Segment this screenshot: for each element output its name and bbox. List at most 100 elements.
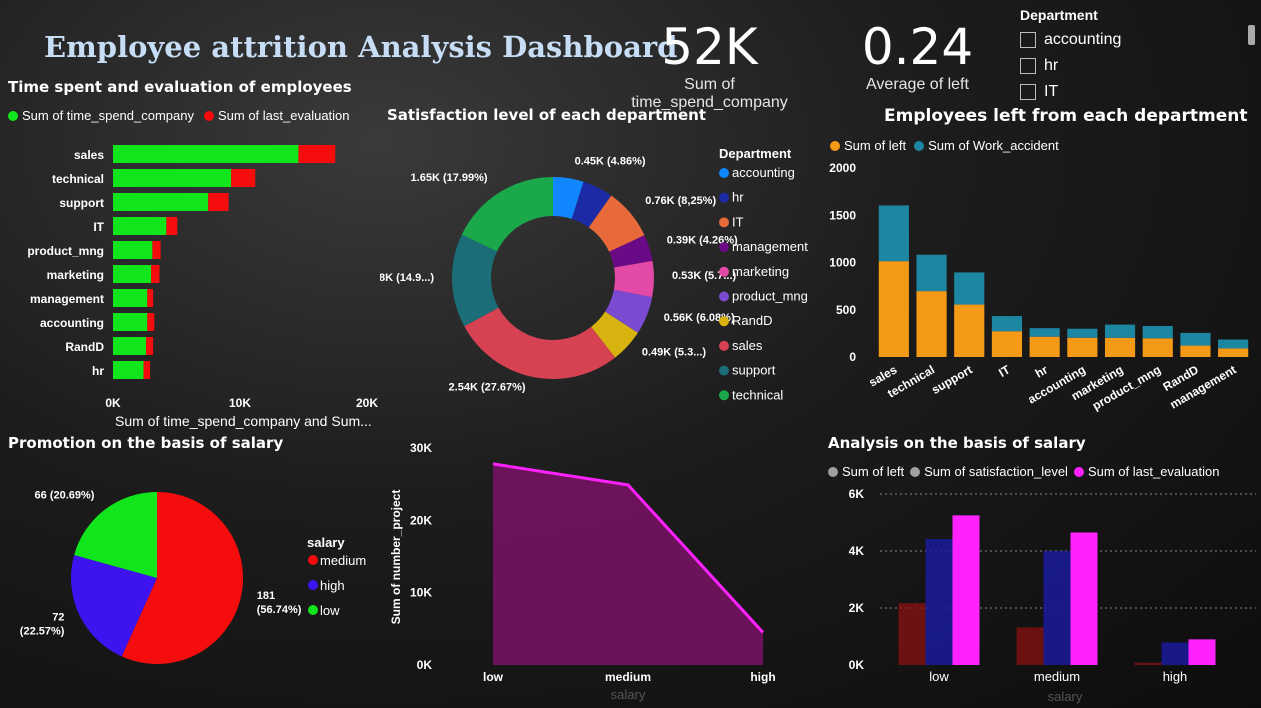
donut-slice-sales[interactable] — [464, 307, 616, 379]
checkbox-icon[interactable] — [1020, 84, 1036, 100]
bar-work-accident[interactable] — [1104, 324, 1136, 338]
legend-item[interactable]: Sum of time_spend_company — [8, 108, 194, 123]
bar-time-spend[interactable] — [113, 145, 299, 163]
y-tick-label: RandD — [65, 340, 104, 354]
legend-dot-icon[interactable] — [719, 340, 729, 351]
legend-label: RandD — [732, 313, 772, 328]
bar-left[interactable] — [1104, 337, 1136, 357]
bar-last-eval[interactable] — [147, 289, 154, 307]
legend-label: high — [320, 578, 345, 593]
bar-sum-of-left[interactable] — [1134, 662, 1162, 665]
chart-time-eval[interactable]: sales technical support IT product_mngmarket… — [0, 135, 390, 435]
bar-left[interactable] — [1180, 345, 1211, 357]
bar-last-eval[interactable] — [166, 217, 178, 235]
legend-dot-icon[interactable] — [308, 580, 318, 590]
bar-left[interactable] — [991, 331, 1023, 357]
bar-sum-of-last_evaluation[interactable] — [952, 515, 980, 665]
bar-last-eval[interactable] — [146, 337, 154, 355]
bar-work-accident[interactable] — [916, 254, 947, 292]
department-slicer[interactable]: Department accounting hr IT — [1020, 7, 1240, 102]
kpi-card-average-left[interactable]: 0.24 Average of left — [860, 18, 975, 94]
bar-left[interactable] — [1067, 337, 1098, 357]
bar-last-eval[interactable] — [298, 145, 336, 163]
bar-left[interactable] — [954, 304, 985, 357]
data-label: 0.76K (8,25%) — [645, 195, 716, 207]
bar-work-accident[interactable] — [878, 205, 909, 262]
bar-left[interactable] — [1029, 336, 1060, 357]
legend-dot-icon[interactable] — [719, 291, 729, 302]
donut-slice-technical[interactable] — [461, 177, 553, 252]
chart-title-time-eval: Time spent and evaluation of employees — [8, 78, 352, 96]
bar-left[interactable] — [1142, 338, 1173, 357]
chart-title-salary-analysis: Analysis on the basis of salary — [828, 434, 1086, 452]
bar-time-spend[interactable] — [113, 169, 232, 187]
chart-satisfaction[interactable]: 0.45K (4.86%) accounting hr 0.76K (8,25%) IT… — [380, 130, 820, 420]
bar-time-spend[interactable] — [113, 241, 153, 259]
y-tick-label: 6K — [849, 487, 865, 501]
legend-item[interactable]: Sum of left — [828, 464, 904, 479]
checkbox-icon[interactable] — [1020, 58, 1036, 74]
legend-item[interactable]: Sum of Work_accident — [914, 138, 1059, 153]
bar-work-accident[interactable] — [954, 272, 985, 305]
bar-sum-of-satisfaction_level[interactable] — [1161, 642, 1189, 665]
legend-dot-icon[interactable] — [308, 605, 318, 615]
legend-label: medium — [320, 553, 366, 568]
slicer-item-hr[interactable]: hr — [1020, 57, 1240, 75]
chart-promotion[interactable]: 181 (56.74%) medium 72 (22.57%) high 66 (20.69… — [0, 470, 380, 708]
bar-time-spend[interactable] — [113, 193, 209, 211]
legend-item[interactable]: Sum of last_evaluation — [1073, 464, 1219, 479]
chart-salary-analysis[interactable]: 0K 2K 4K 6K low medium high salary — [820, 485, 1261, 708]
bar-sum-of-last_evaluation[interactable] — [1070, 532, 1098, 665]
legend-item[interactable]: Sum of last_evaluation — [203, 108, 350, 123]
legend-dot-icon[interactable] — [719, 192, 729, 203]
bar-work-accident[interactable] — [1218, 339, 1249, 349]
legend-dot-icon — [828, 466, 838, 477]
bar-last-eval[interactable] — [143, 361, 151, 379]
bar-time-spend[interactable] — [113, 289, 148, 307]
legend-dot-icon[interactable] — [719, 242, 729, 253]
bar-sum-of-left[interactable] — [898, 603, 926, 665]
legend-item[interactable]: Sum of left — [830, 138, 906, 153]
bar-last-eval[interactable] — [231, 169, 256, 187]
chart-left-dept[interactable]: 0500100015002000salestechnicalsupport IT h… — [820, 160, 1260, 435]
legend-dot-icon[interactable] — [719, 266, 729, 277]
bar-work-accident[interactable] — [1180, 332, 1211, 346]
bar-last-eval[interactable] — [208, 193, 229, 211]
legend-item[interactable]: Sum of satisfaction_level — [910, 464, 1068, 479]
slicer-item-it[interactable]: IT — [1020, 83, 1240, 101]
legend-dot-icon[interactable] — [719, 390, 729, 401]
bar-time-spend[interactable] — [113, 265, 152, 283]
bar-last-eval[interactable] — [152, 241, 161, 259]
bar-last-eval[interactable] — [151, 265, 160, 283]
bar-left[interactable] — [878, 261, 909, 357]
legend-dot-icon[interactable] — [719, 316, 729, 327]
area-fill[interactable] — [493, 463, 763, 665]
checkbox-icon[interactable] — [1020, 32, 1036, 48]
bar-work-accident[interactable] — [1142, 326, 1173, 339]
bar-work-accident[interactable] — [1067, 328, 1098, 338]
bar-left[interactable] — [916, 291, 947, 357]
kpi-card-time-spend[interactable]: 52K Sum of time_spend_company — [607, 18, 812, 112]
legend-dot-icon[interactable] — [308, 555, 318, 565]
data-label: 72 — [52, 611, 64, 623]
bar-work-accident[interactable] — [1029, 328, 1060, 337]
bar-time-spend[interactable] — [113, 337, 147, 355]
bar-sum-of-last_evaluation[interactable] — [1188, 639, 1216, 665]
bar-left[interactable] — [1218, 348, 1249, 357]
bar-last-eval[interactable] — [147, 313, 155, 331]
legend-dot-icon[interactable] — [719, 168, 729, 178]
x-tick-label: high — [750, 670, 775, 684]
bar-work-accident[interactable] — [991, 316, 1023, 332]
bar-sum-of-satisfaction_level[interactable] — [1043, 551, 1071, 665]
bar-sum-of-left[interactable] — [1016, 627, 1044, 665]
chart-projects[interactable]: 0K 10K 20K 30K low medium high Sum of number_pr… — [380, 430, 800, 708]
bar-time-spend[interactable] — [113, 313, 148, 331]
bar-time-spend[interactable] — [113, 217, 167, 235]
legend-dot-icon[interactable] — [719, 217, 729, 228]
bar-sum-of-satisfaction_level[interactable] — [925, 539, 953, 665]
y-tick-label: management — [30, 292, 104, 306]
slicer-item-accounting[interactable]: accounting — [1020, 31, 1240, 49]
bar-time-spend[interactable] — [113, 361, 144, 379]
legend-dot-icon[interactable] — [719, 365, 729, 376]
slicer-scrollbar[interactable] — [1248, 25, 1255, 45]
